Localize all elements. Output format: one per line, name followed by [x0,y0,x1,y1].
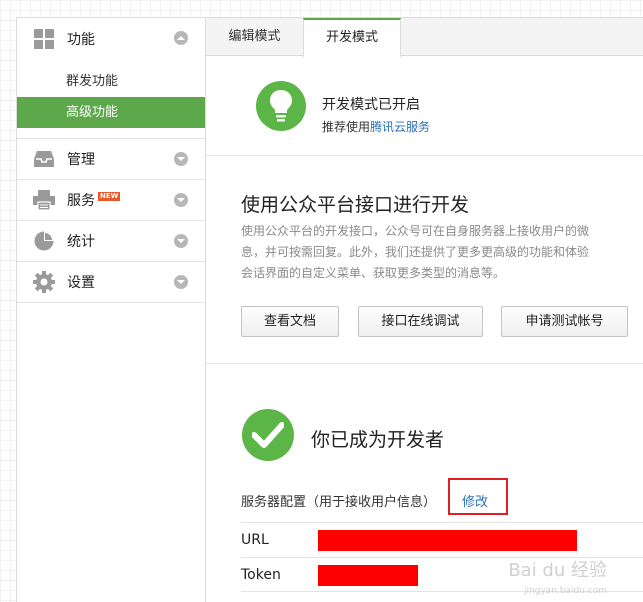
server-config-label: 服务器配置（用于接收用户信息） [241,495,437,510]
recommend-text: 推荐使用腾讯云服务 [322,118,430,135]
inbox-icon [33,148,55,170]
menu-head-features[interactable]: 功能 [17,18,205,60]
sidebar: 功能 群发功能 高级功能 管理 服务 NEW 统计 设置 [16,17,206,602]
watermark: Bai du 经验 [508,560,607,581]
tab-dev-mode[interactable]: 开发模式 [303,18,401,57]
submenu-features: 群发功能 高级功能 [17,60,205,138]
api-debug-button[interactable]: 接口在线调试 [358,306,483,337]
watermark-url: jingyan.baidu.com [523,586,607,596]
tab-edit-mode[interactable]: 编辑模式 [206,18,303,56]
developer-title: 你已成为开发者 [311,429,445,451]
menu-group-features: 功能 群发功能 高级功能 [17,18,205,139]
url-label: URL [241,532,269,548]
menu-head-service[interactable]: 服务 NEW [17,180,205,220]
gear-icon [33,271,55,293]
sidebar-item-mass-send[interactable]: 群发功能 [17,66,205,97]
chevron-down-icon[interactable] [174,234,188,248]
new-badge: NEW [98,191,121,201]
menu-head-manage[interactable]: 管理 [17,139,205,179]
apply-test-account-button[interactable]: 申请测试帐号 [501,306,628,337]
section-title: 使用公众平台接口进行开发 [241,194,470,216]
redacted-url [318,530,577,551]
menu-label: 服务 [67,193,95,209]
config-row-url: URL [241,522,643,557]
view-docs-button[interactable]: 查看文档 [241,306,339,337]
chevron-down-icon[interactable] [174,275,188,289]
description-line: 会话界面的自定义菜单、获取更多类型的消息等。 [241,266,506,280]
grid-icon [33,28,55,50]
menu-label: 统计 [67,234,95,250]
menu-group-stats: 统计 [17,221,205,262]
menu-label: 管理 [67,152,95,168]
chevron-up-icon[interactable] [174,31,188,45]
redacted-token [318,565,418,586]
token-label: Token [241,567,281,583]
modify-link[interactable]: 修改 [462,491,488,510]
dev-interface-section: 使用公众平台接口进行开发 使用公众平台的开发接口，公众号可在自身服务器上接收用户… [206,156,643,364]
menu-group-manage: 管理 [17,139,205,180]
tencent-cloud-link[interactable]: 腾讯云服务 [370,120,430,134]
recommend-prefix: 推荐使用 [322,120,371,134]
menu-head-stats[interactable]: 统计 [17,221,205,261]
main-panel: 编辑模式 开发模式 开发模式已开启 推荐使用腾讯云服务 使用公众平台接口进行开发… [206,17,643,602]
description-line: 息，并可按需回复。此外，我们还提供了更多更高级的功能和体验 [241,245,590,259]
chevron-down-icon[interactable] [174,152,188,166]
printer-icon [33,189,55,211]
menu-label: 设置 [67,275,95,291]
menu-group-service: 服务 NEW [17,180,205,221]
chevron-down-icon[interactable] [174,193,188,207]
pie-chart-icon [33,230,55,252]
section-description: 使用公众平台的开发接口，公众号可在自身服务器上接收用户的微 息，并可按需回复。此… [241,221,643,284]
lightbulb-icon [256,81,306,131]
menu-head-settings[interactable]: 设置 [17,262,205,302]
dev-mode-status: 开发模式已开启 推荐使用腾讯云服务 [206,57,643,156]
sidebar-item-advanced[interactable]: 高级功能 [17,97,205,128]
checkmark-icon [242,409,294,461]
dev-mode-title: 开发模式已开启 [322,97,420,113]
description-line: 使用公众平台的开发接口，公众号可在自身服务器上接收用户的微 [241,224,590,238]
menu-label: 功能 [67,32,95,48]
mode-tabs: 编辑模式 开发模式 [206,18,643,57]
menu-group-settings: 设置 [17,262,205,303]
